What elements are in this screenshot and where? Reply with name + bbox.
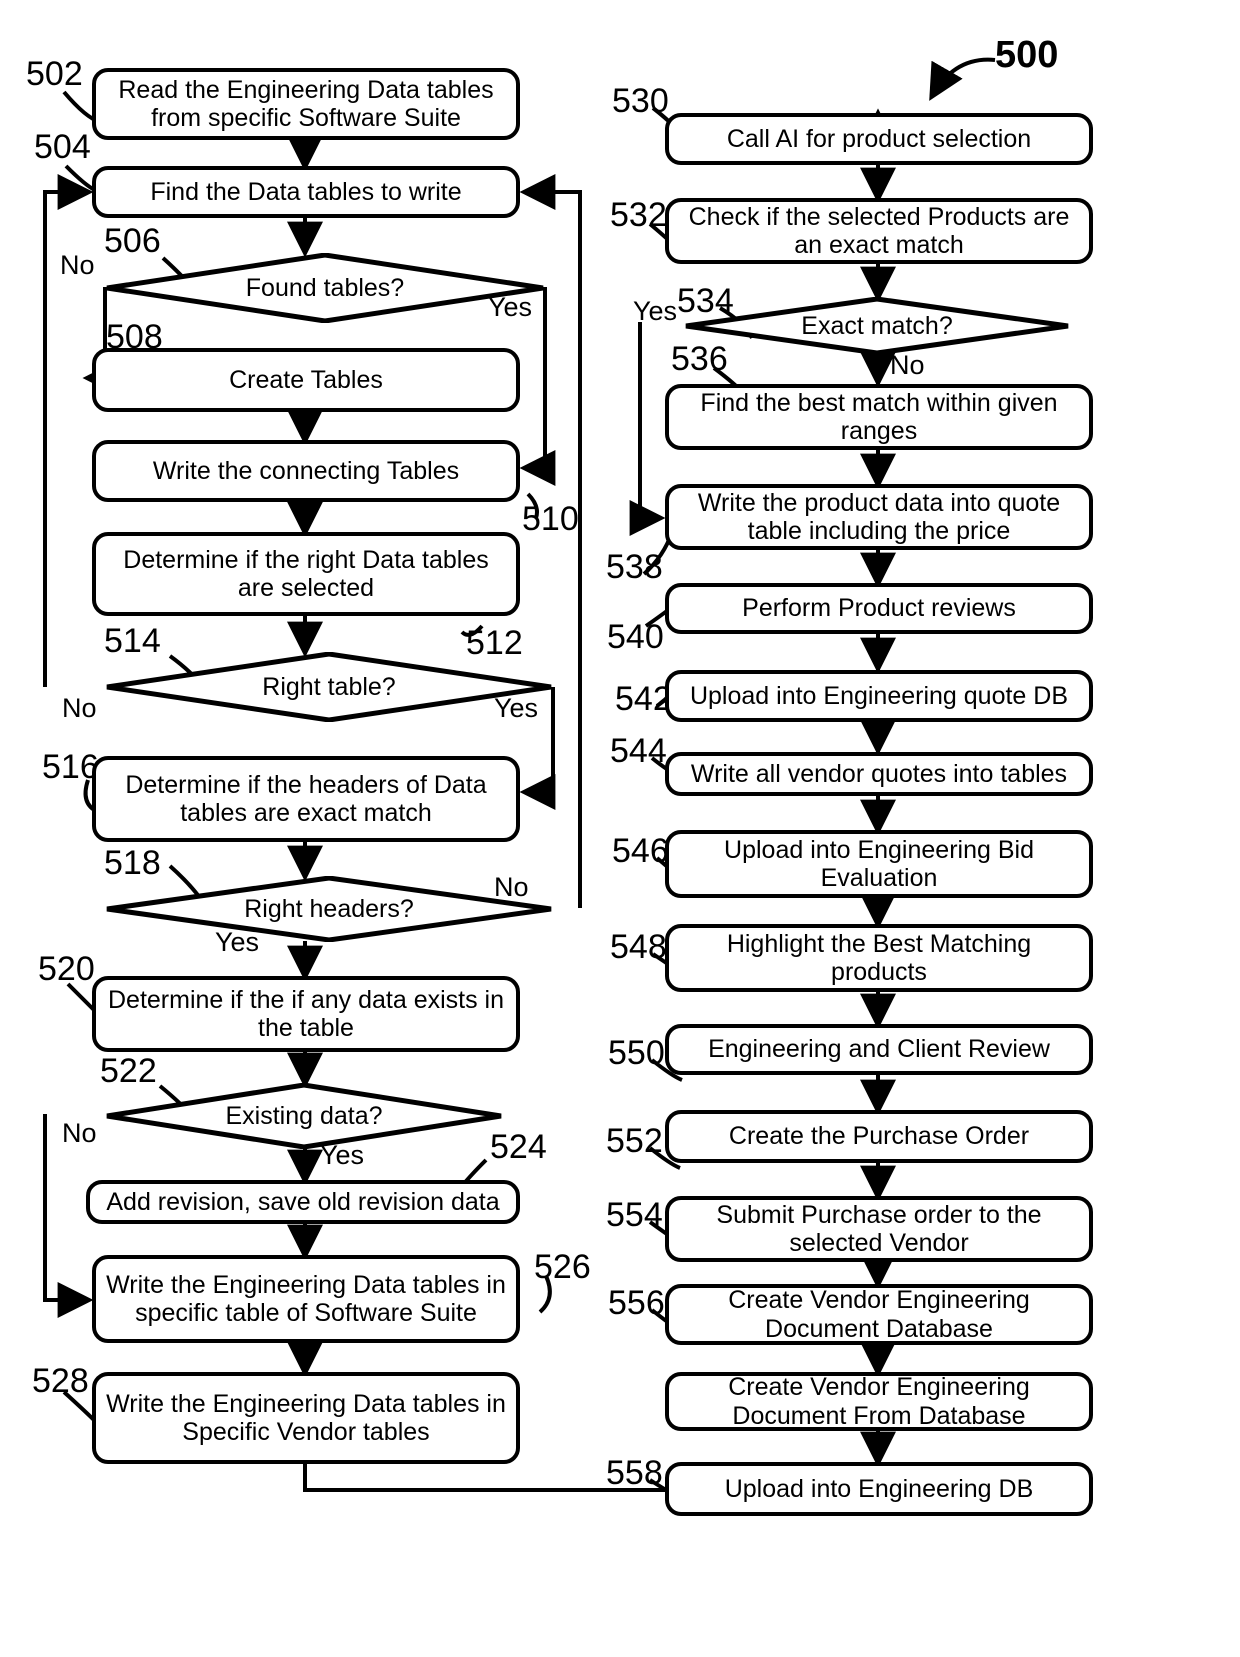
- ref-530: 530: [612, 82, 669, 120]
- node-554: Submit Purchase order to the selected Ve…: [665, 1196, 1093, 1262]
- node-534-label: Exact match?: [801, 311, 953, 340]
- ref-544: 544: [610, 732, 667, 770]
- node-522: Existing data?: [105, 1083, 503, 1149]
- edge-label-522-yes: Yes: [320, 1140, 365, 1170]
- node-552: Create the Purchase Order: [665, 1110, 1093, 1163]
- node-530: Call AI for product selection: [665, 113, 1093, 165]
- node-514: Right table?: [105, 652, 553, 722]
- node-514-label: Right table?: [262, 672, 396, 701]
- node-528: Write the Engineering Data tables in Spe…: [92, 1372, 520, 1464]
- node-558: Upload into Engineering DB: [665, 1462, 1093, 1516]
- node-534: Exact match?: [684, 297, 1070, 355]
- ref-538: 538: [606, 548, 663, 586]
- node-502: Read the Engineering Data tables from sp…: [92, 68, 520, 140]
- node-532: Check if the selected Products are an ex…: [665, 198, 1093, 264]
- node-526: Write the Engineering Data tables in spe…: [92, 1255, 520, 1343]
- edge-label-534-no: No: [890, 350, 925, 380]
- edge-label-534-yes: Yes: [633, 296, 678, 326]
- node-522-label: Existing data?: [225, 1101, 383, 1130]
- ref-528: 528: [32, 1362, 89, 1400]
- ref-526: 526: [534, 1248, 591, 1286]
- edge-label-506-no: No: [60, 250, 95, 280]
- ref-556: 556: [608, 1284, 665, 1322]
- edge-label-522-no: No: [62, 1118, 97, 1148]
- ref-558: 558: [606, 1454, 663, 1492]
- node-542: Upload into Engineering quote DB: [665, 670, 1093, 722]
- node-508: Create Tables: [92, 348, 520, 412]
- node-506: Found tables?: [105, 253, 545, 323]
- ref-502: 502: [26, 55, 83, 93]
- node-504: Find the Data tables to write: [92, 166, 520, 218]
- node-536: Find the best match within given ranges: [665, 384, 1093, 450]
- ref-524: 524: [490, 1128, 547, 1166]
- edge-label-518-no: No: [494, 872, 529, 902]
- node-524: Add revision, save old revision data: [86, 1180, 520, 1224]
- ref-540: 540: [607, 618, 664, 656]
- edge-label-514-yes: Yes: [494, 693, 539, 723]
- node-538: Write the product data into quote table …: [665, 484, 1093, 550]
- node-546: Upload into Engineering Bid Evaluation: [665, 830, 1093, 898]
- node-510: Write the connecting Tables: [92, 440, 520, 502]
- ref-552: 552: [606, 1122, 663, 1160]
- node-512: Determine if the right Data tables are s…: [92, 532, 520, 616]
- node-518-label: Right headers?: [244, 894, 414, 923]
- node-557: Create Vendor Engineering Document From …: [665, 1372, 1093, 1431]
- node-520: Determine if the if any data exists in t…: [92, 976, 520, 1052]
- edge-label-518-yes: Yes: [215, 927, 260, 957]
- node-518: Right headers?: [105, 876, 553, 942]
- node-516: Determine if the headers of Data tables …: [92, 756, 520, 842]
- ref-554: 554: [606, 1196, 663, 1234]
- node-548: Highlight the Best Matching products: [665, 924, 1093, 992]
- node-556: Create Vendor Engineering Document Datab…: [665, 1284, 1093, 1345]
- ref-510: 510: [522, 500, 579, 538]
- ref-546: 546: [612, 832, 669, 870]
- node-540: Perform Product reviews: [665, 583, 1093, 634]
- figure-number: 500: [995, 34, 1059, 76]
- ref-550: 550: [608, 1034, 665, 1072]
- node-506-label: Found tables?: [245, 273, 405, 302]
- ref-548: 548: [610, 928, 667, 966]
- ref-542: 542: [615, 680, 672, 718]
- node-550: Engineering and Client Review: [665, 1024, 1093, 1075]
- flowchart-figure: 500 502 Read the Engineering Data tables…: [0, 0, 1240, 1657]
- ref-504: 504: [34, 128, 91, 166]
- ref-520: 520: [38, 950, 95, 988]
- edge-label-514-no: No: [62, 693, 97, 723]
- node-544: Write all vendor quotes into tables: [665, 752, 1093, 796]
- edge-label-506-yes: Yes: [488, 292, 533, 322]
- ref-532: 532: [610, 196, 667, 234]
- ref-516: 516: [42, 748, 99, 786]
- ref-536: 536: [671, 340, 728, 378]
